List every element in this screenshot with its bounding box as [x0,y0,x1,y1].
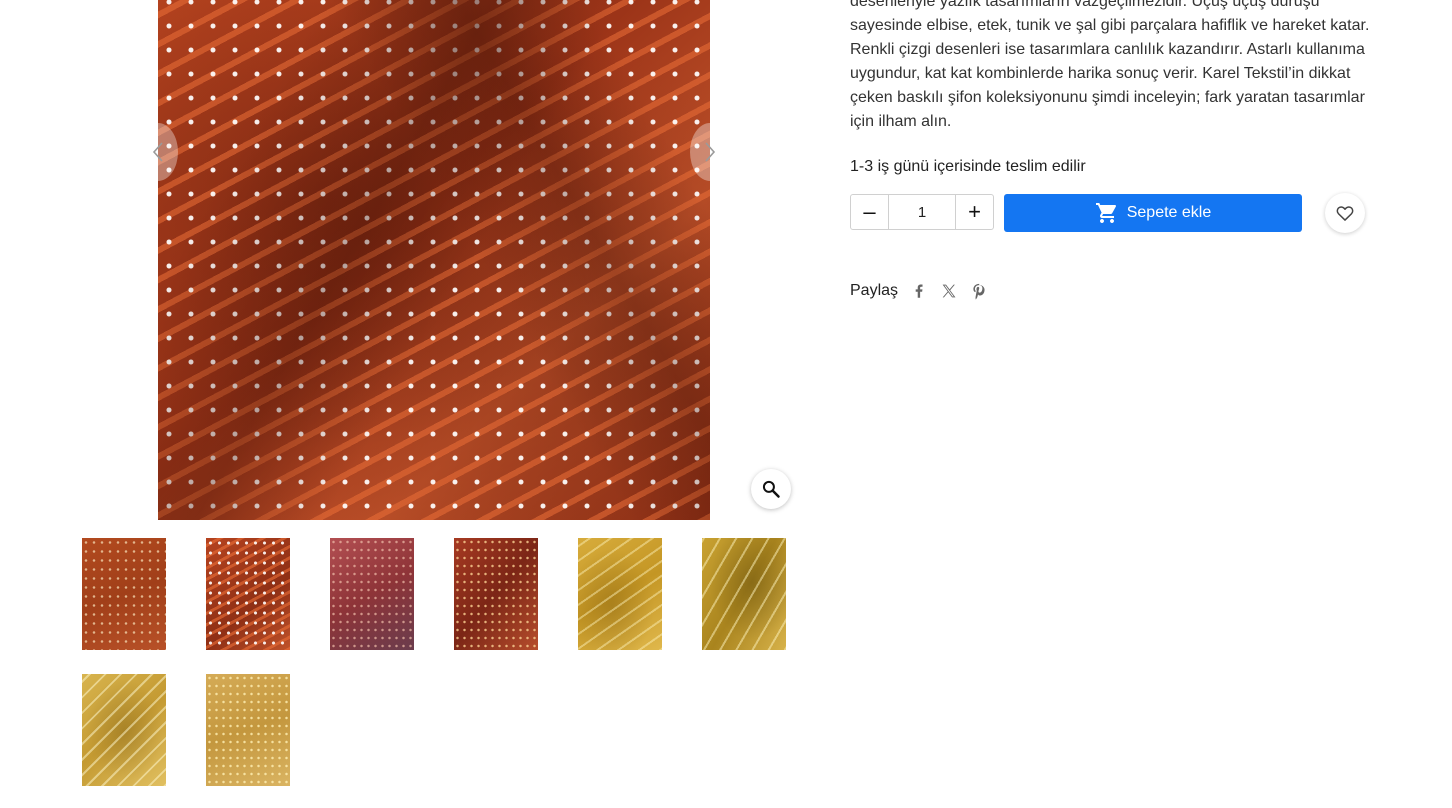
wishlist-button[interactable] [1325,193,1365,233]
gallery-thumbnail[interactable] [206,538,290,650]
gallery-prev-button[interactable] [138,122,178,182]
shopping-cart-icon [1095,203,1116,223]
share-label: Paylaş [850,282,899,299]
facebook-share-button[interactable] [910,282,928,300]
chevron-right-icon [705,142,716,162]
selected-thumbnail-frame [0,0,116,116]
x-twitter-icon [942,284,956,298]
pinterest-icon [973,283,985,300]
zoom-icon [762,480,780,498]
gallery-thumbnail[interactable] [82,538,166,650]
add-to-cart-label: Sepete ekle [1126,204,1212,221]
main-product-image[interactable] [158,0,710,520]
quantity-increase-button[interactable]: + [955,195,993,229]
quantity-decrease-button[interactable]: – [851,195,889,229]
facebook-icon [915,284,923,298]
gallery-thumbnail[interactable] [206,674,290,786]
gallery-thumbnail[interactable] [330,538,414,650]
gallery-thumbnail[interactable] [578,538,662,650]
zoom-button[interactable] [751,469,791,509]
quantity-stepper: – + [850,194,994,230]
gallery-thumbnail[interactable] [82,674,166,786]
chevron-left-icon [152,142,163,162]
product-description: desenleriyle yazlık tasarımların vazgeçi… [850,0,1370,130]
x-share-button[interactable] [940,282,958,300]
gallery-thumbnail[interactable] [454,538,538,650]
heart-icon [1336,206,1354,221]
add-to-cart-button[interactable]: Sepete ekle [1004,194,1302,232]
gallery-thumbnail[interactable] [702,538,786,650]
quantity-input[interactable] [889,195,955,229]
pinterest-share-button[interactable] [970,282,988,300]
share-bar: Paylaş [850,282,988,300]
delivery-info: 1-3 iş günü içerisinde teslim edilir [850,158,1086,175]
gallery-next-button[interactable] [690,122,730,182]
